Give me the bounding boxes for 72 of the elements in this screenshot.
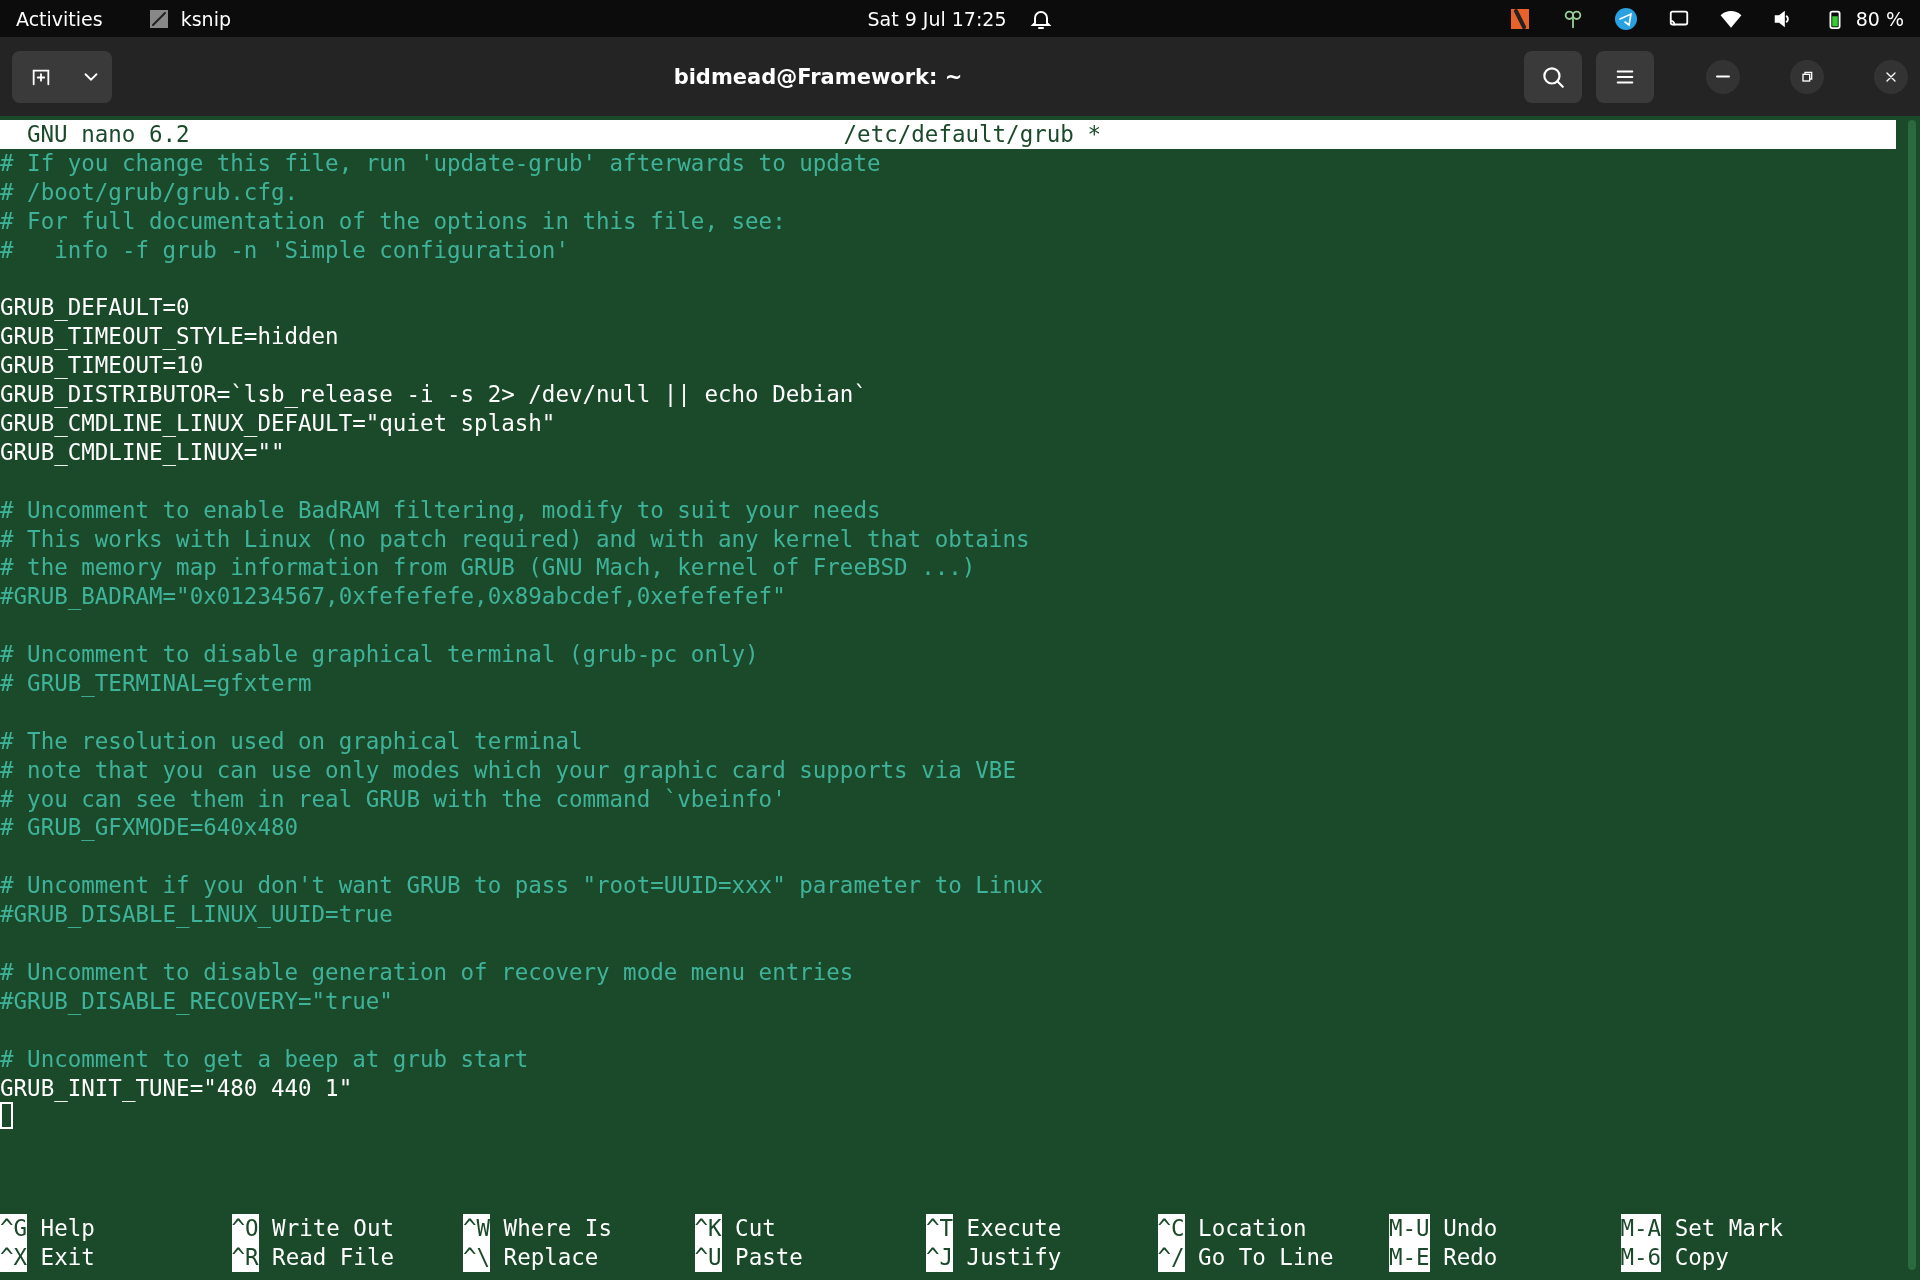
- code-line: GRUB_DISTRIBUTOR=`lsb_release -i -s 2> /dev/null || echo Debian`: [0, 380, 868, 409]
- shortcut-key: M-A: [1620, 1214, 1662, 1244]
- shortcut-key: ^/: [1157, 1243, 1185, 1272]
- shortcut-label: Exit: [40, 1243, 95, 1272]
- shortcut-key: ^J: [926, 1243, 954, 1272]
- comment-line: # Uncomment if you don't want GRUB to pass "root=UUID=xxx" parameter to Linux: [0, 871, 1045, 901]
- shortcut-label: Set Mark: [1674, 1214, 1783, 1244]
- shortcut-label: Justify: [966, 1243, 1062, 1272]
- shortcut-label: Help: [40, 1214, 95, 1244]
- comment-line: # This works with Linux (no patch required) and with any kernel that obtains: [0, 524, 1031, 554]
- app-name[interactable]: ksnip: [180, 7, 231, 30]
- shortcut-label: Paste: [735, 1243, 803, 1272]
- shortcut-label: Write Out: [272, 1214, 394, 1244]
- code-line: GRUB_INIT_TUNE="480 440 1": [0, 1073, 354, 1103]
- shortcut-key: ^K: [694, 1214, 722, 1244]
- search-button[interactable]: [1524, 50, 1582, 103]
- shortcut-label: Location: [1198, 1214, 1307, 1244]
- minimize-icon: [1716, 75, 1730, 78]
- shortcut-key: ^G: [0, 1214, 28, 1244]
- code-line: GRUB_CMDLINE_LINUX="": [0, 437, 286, 467]
- comment-line: # note that you can use only modes which your graphic card supports via VBE: [0, 755, 1017, 785]
- code-line: GRUB_DEFAULT=0: [0, 293, 191, 323]
- shortcut-label: Execute: [966, 1214, 1062, 1244]
- shortcut-label: Replace: [503, 1243, 599, 1272]
- comment-line: # the memory map information from GRUB (GNU Mach, kernel of FreeBSD ...): [0, 553, 977, 583]
- shortcut-key: ^O: [231, 1214, 259, 1244]
- shortcut-label: Where Is: [503, 1214, 612, 1244]
- comment-line: # If you change this file, run 'update-grub' afterwards to update: [0, 149, 882, 178]
- comment-line: #GRUB_BADRAM="0x01234567,0xfefefefe,0x89abcdef,0xefefefef": [0, 582, 787, 612]
- shortcut-key: M-6: [1620, 1243, 1662, 1272]
- comment-line: # For full documentation of the options in this file, see:: [0, 206, 787, 236]
- comment-line: #GRUB_DISABLE_LINUX_UUID=true: [0, 900, 394, 930]
- minimize-button[interactable]: [1706, 59, 1740, 94]
- shortcut-key: M-E: [1389, 1243, 1430, 1272]
- shortcut-label: Go To Line: [1198, 1243, 1334, 1272]
- shortcut-label: Redo: [1443, 1243, 1498, 1272]
- comment-line: # Uncomment to enable BadRAM filtering, modify to suit your needs: [0, 495, 882, 525]
- comment-line: # The resolution used on graphical terminal: [0, 726, 584, 756]
- shortcut-key: ^W: [463, 1214, 491, 1244]
- shortcut-key: ^T: [926, 1214, 954, 1244]
- battery-percent: 80 %: [1855, 7, 1904, 30]
- comment-line: # Uncomment to disable generation of recovery mode menu entries: [0, 957, 855, 987]
- code-line: GRUB_TIMEOUT_STYLE=hidden: [0, 322, 340, 352]
- shortcut-key: M-U: [1389, 1214, 1430, 1244]
- window-title: bidmead@Framework: ~: [672, 64, 964, 89]
- shortcut-key: ^X: [0, 1243, 28, 1272]
- close-button[interactable]: [1874, 59, 1908, 94]
- shortcut-key: ^C: [1157, 1214, 1185, 1244]
- code-line: GRUB_CMDLINE_LINUX_DEFAULT="quiet splash": [0, 409, 557, 438]
- maximize-button[interactable]: [1790, 59, 1824, 94]
- comment-line: # /boot/grub/grub.cfg.: [0, 177, 299, 207]
- text-cursor: [0, 1102, 13, 1130]
- comment-line: # info -f grub -n 'Simple configuration': [0, 235, 570, 265]
- shortcut-label: Copy: [1674, 1243, 1729, 1272]
- shortcut-key: ^\: [463, 1243, 491, 1272]
- comment-line: # Uncomment to disable graphical terminal (grub-pc only): [0, 640, 760, 670]
- comment-line: # Uncomment to get a beep at grub start: [0, 1044, 530, 1074]
- shortcut-key: ^R: [231, 1243, 259, 1272]
- activities-button[interactable]: Activities: [16, 7, 103, 30]
- comment-line: # you can see them in real GRUB with the command `vbeinfo': [0, 784, 787, 814]
- nano-version: GNU nano 6.2: [26, 120, 190, 149]
- comment-line: #GRUB_DISABLE_RECOVERY="true": [0, 986, 394, 1016]
- shortcut-label: Cut: [735, 1214, 776, 1244]
- comment-line: # GRUB_TERMINAL=gfxterm: [0, 669, 313, 698]
- file-name: /etc/default/grub *: [843, 120, 1101, 149]
- shortcut-label: Undo: [1443, 1214, 1498, 1244]
- comment-line: # GRUB_GFXMODE=640x480: [0, 813, 299, 843]
- code-line: GRUB_TIMEOUT=10: [0, 351, 205, 381]
- shortcut-key: ^U: [694, 1243, 722, 1272]
- shortcut-label: Read File: [272, 1243, 394, 1272]
- menu-button[interactable]: [1596, 50, 1654, 103]
- clock[interactable]: Sat 9 Jul 17:25: [867, 7, 1007, 30]
